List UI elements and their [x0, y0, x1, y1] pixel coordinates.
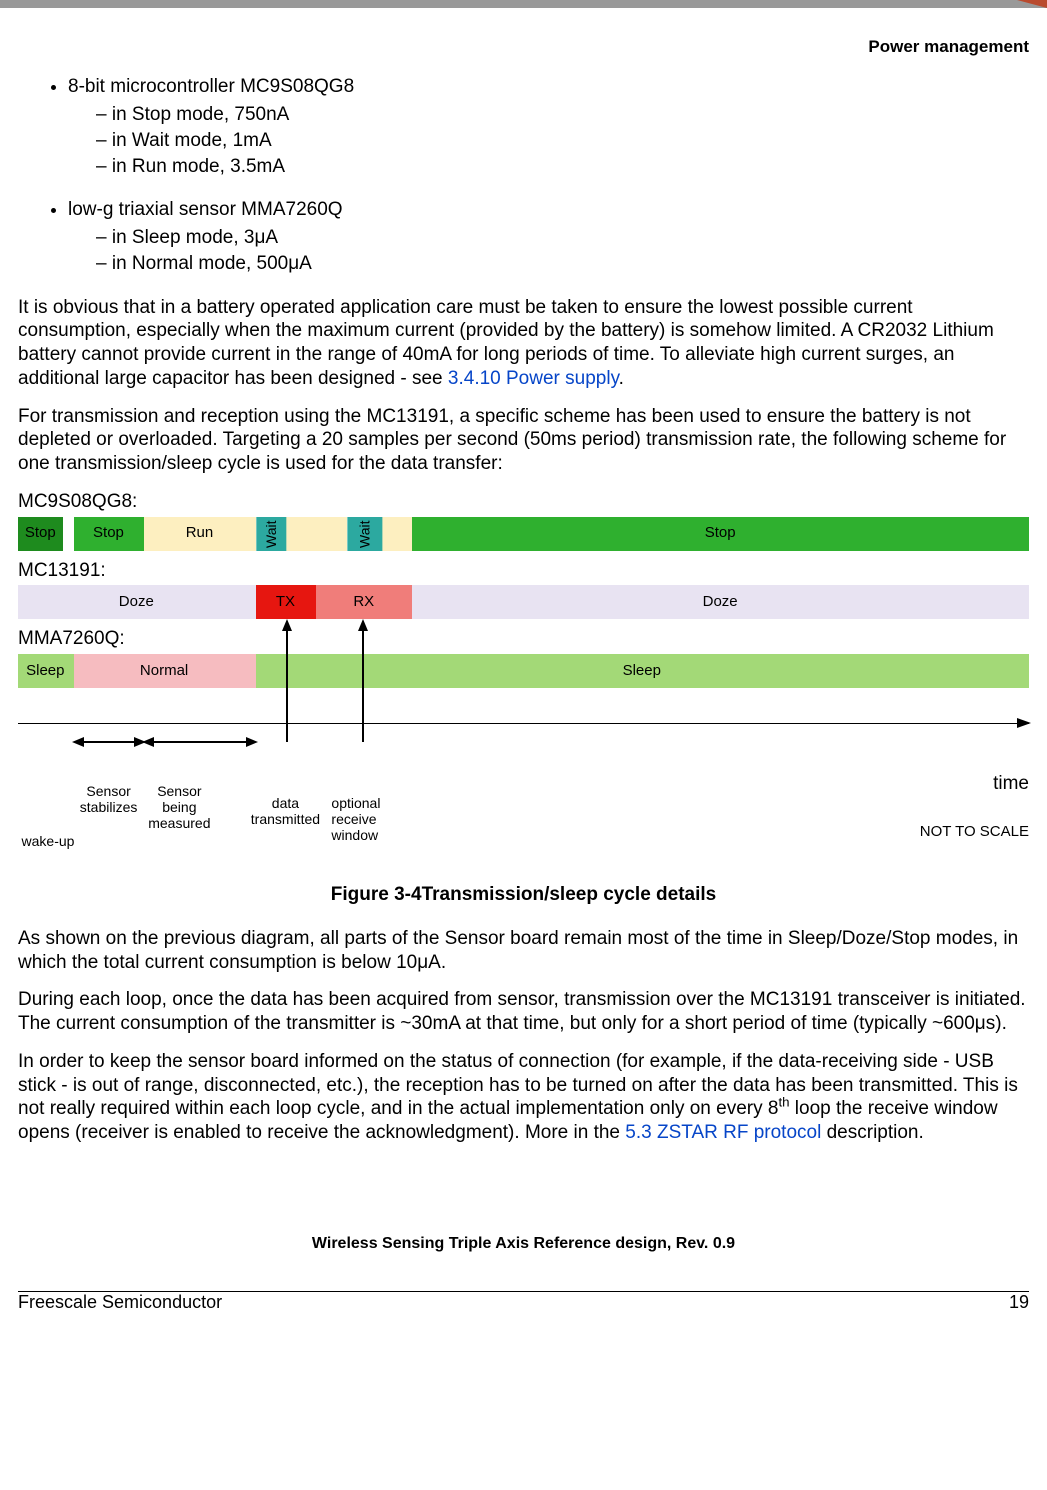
seg-mcu-gap: [286, 517, 347, 551]
bullet-sensor-title: low-g triaxial sensor MMA7260Q: [68, 199, 343, 220]
line-tx: [286, 627, 288, 742]
para-sleep: As shown on the previous diagram, all pa…: [18, 927, 1029, 975]
seg-rf-tx: TX: [256, 585, 317, 619]
callout-rx: optional receive window: [331, 795, 411, 843]
seg-mcu-stop1: Stop: [18, 517, 63, 551]
callout-area: wake-up Sensor stabilizes Sensor being m…: [18, 723, 1029, 873]
seg-mcu-gap2: [382, 517, 412, 551]
callout-scale: NOT TO SCALE: [920, 823, 1029, 840]
figure-caption: Figure 3-4Transmission/sleep cycle detai…: [18, 883, 1029, 907]
callout-measured: Sensor being measured: [144, 783, 214, 831]
figure-3-4: MC9S08QG8: Stop Stop Run Wait Wait Stop …: [18, 490, 1029, 907]
section-header: Power management: [18, 36, 1029, 57]
para-rx: In order to keep the sensor board inform…: [18, 1050, 1029, 1145]
arrow-rx-up: [358, 619, 368, 631]
label-rf: MC13191:: [18, 559, 1029, 583]
footer-page: 19: [1009, 1292, 1029, 1313]
callout-wakeup: wake-up: [18, 833, 78, 849]
callout-tx: data transmitted: [240, 795, 330, 827]
footer-left: Freescale Semiconductor: [18, 1292, 222, 1313]
para-tx: During each loop, once the data has been…: [18, 988, 1029, 1036]
bullet-mcu: 8-bit microcontroller MC9S08QG8 in Stop …: [68, 75, 1029, 178]
xref-zstar[interactable]: 5.3 ZSTAR RF protocol: [625, 1122, 821, 1143]
para5-sup: th: [778, 1095, 789, 1110]
bullet-mcu-title: 8-bit microcontroller MC9S08QG8: [68, 76, 354, 97]
label-sens: MMA7260Q:: [18, 627, 1029, 651]
bullet-sensor: low-g triaxial sensor MMA7260Q in Sleep …: [68, 198, 1029, 275]
axis-arrow-icon: [1017, 718, 1031, 728]
bar-sens: Sleep Normal Sleep: [18, 654, 1029, 688]
bar-mcu: Stop Stop Run Wait Wait Stop: [18, 517, 1029, 551]
sensor-item-1: in Normal mode, 500μA: [96, 252, 1029, 276]
callout-stabilizes: Sensor stabilizes: [74, 783, 144, 815]
line-rx: [362, 627, 364, 742]
xref-power-supply[interactable]: 3.4.10 Power supply: [448, 368, 619, 389]
arrow-tx-up: [282, 619, 292, 631]
footer-title: Wireless Sensing Triple Axis Reference d…: [0, 1229, 1047, 1261]
bar-rf: Doze TX RX Doze: [18, 585, 1029, 619]
seg-mcu-stop2: Stop: [74, 517, 145, 551]
seg-mcu-wait1: Wait: [256, 517, 286, 551]
time-axis: [18, 723, 1029, 724]
fig-num: Figure 3-4: [331, 884, 422, 905]
seg-mcu-run: Run: [144, 517, 255, 551]
para-battery: It is obvious that in a battery operated…: [18, 296, 1029, 391]
para1-b: .: [619, 368, 624, 389]
seg-sens-sleep1: Sleep: [18, 654, 74, 688]
callout-time: time: [993, 773, 1029, 795]
mcu-item-0: in Stop mode, 750nA: [96, 103, 1029, 127]
sensor-item-0: in Sleep mode, 3μA: [96, 226, 1029, 250]
label-mcu: MC9S08QG8:: [18, 490, 1029, 514]
top-gray-bar: [0, 0, 1047, 8]
seg-mcu-stop3: Stop: [412, 517, 1029, 551]
mcu-item-1: in Wait mode, 1mA: [96, 129, 1029, 153]
seg-rf-doze2: Doze: [412, 585, 1029, 619]
fig-title: Transmission/sleep cycle details: [422, 884, 717, 905]
para5-c: description.: [821, 1122, 923, 1143]
seg-rf-rx: RX: [316, 585, 412, 619]
seg-sens-normal: Normal: [74, 654, 256, 688]
seg-rf-doze1: Doze: [18, 585, 256, 619]
seg-mcu-wait2: Wait: [347, 517, 382, 551]
para-scheme: For transmission and reception using the…: [18, 405, 1029, 476]
seg-sens-sleep2: Sleep: [256, 654, 1029, 688]
mcu-item-2: in Run mode, 3.5mA: [96, 155, 1029, 179]
